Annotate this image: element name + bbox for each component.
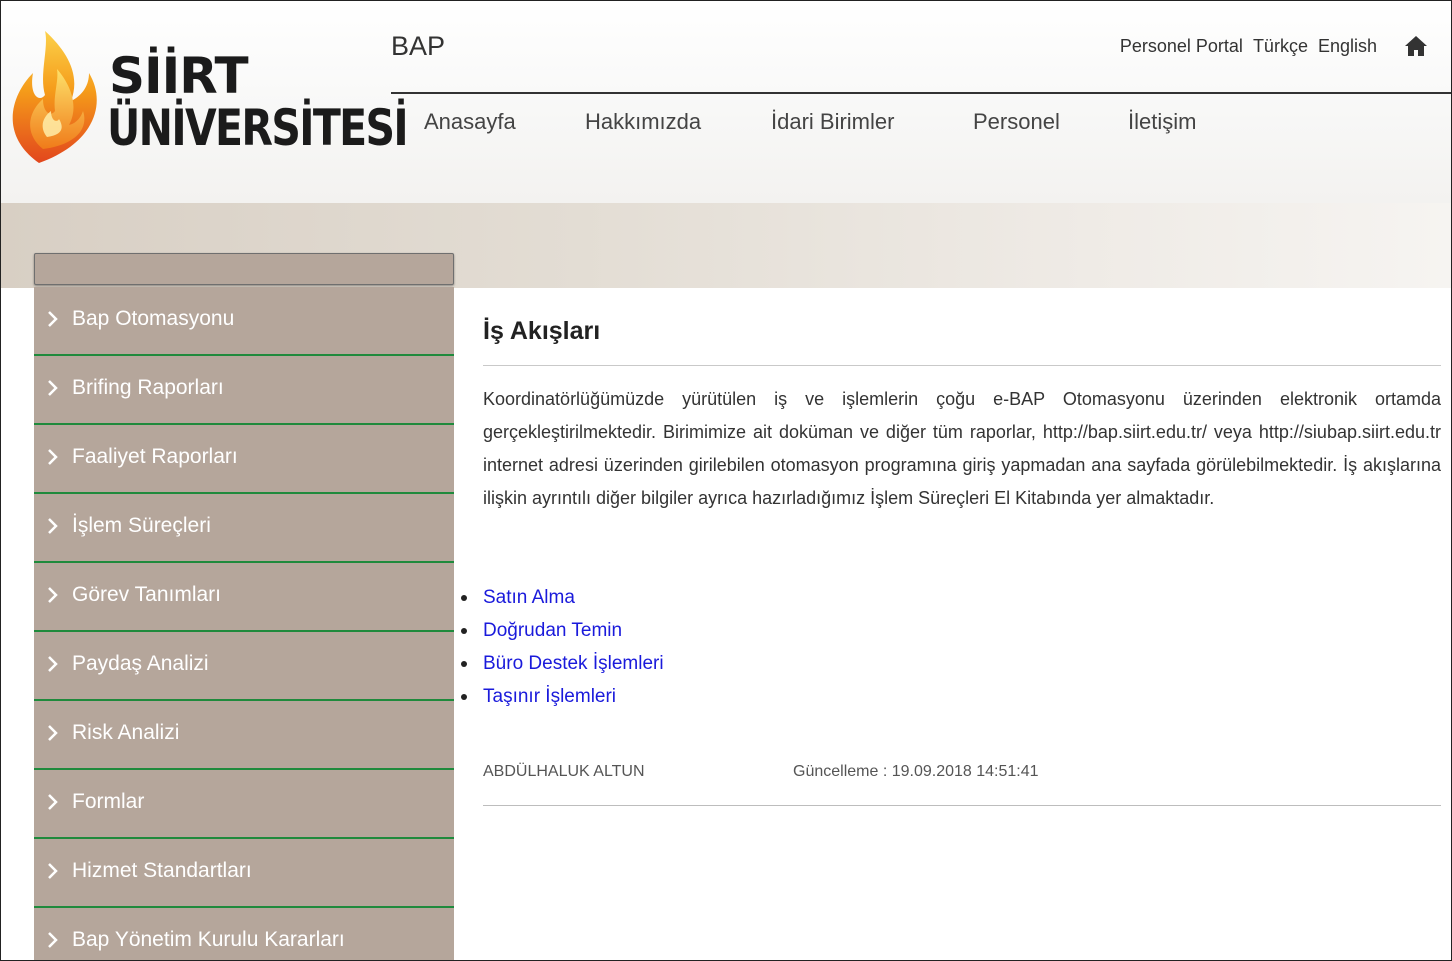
sidebar-menu: Bap Otomasyonu Brifing Raporları Faaliye… <box>34 287 454 960</box>
sidebar-item-gorev-tanimlari[interactable]: Görev Tanımları <box>34 563 454 632</box>
sidebar-item-label: Görev Tanımları <box>72 583 221 606</box>
sidebar-item-label: Bap Otomasyonu <box>72 307 235 330</box>
chevron-right-icon <box>48 449 58 465</box>
sidebar-item-label: Bap Yönetim Kurulu Kararları <box>72 928 345 951</box>
workflow-links: Satın Alma Doğrudan Temin Büro Destek İş… <box>458 581 664 713</box>
chevron-right-icon <box>48 587 58 603</box>
list-item: Doğrudan Temin <box>458 614 664 647</box>
sidebar: Bap Otomasyonu Brifing Raporları Faaliye… <box>34 253 454 960</box>
sidebar-item-paydas-analizi[interactable]: Paydaş Analizi <box>34 632 454 701</box>
chevron-right-icon <box>48 725 58 741</box>
chevron-right-icon <box>48 380 58 396</box>
link-dogrudan-temin[interactable]: Doğrudan Temin <box>483 620 622 641</box>
link-tasinir-islemleri[interactable]: Taşınır İşlemleri <box>483 686 616 707</box>
nav-personel[interactable]: Personel <box>973 109 1060 135</box>
nav-anasayfa[interactable]: Anasayfa <box>424 109 516 135</box>
english-link[interactable]: English <box>1318 36 1377 57</box>
turkce-link[interactable]: Türkçe <box>1253 36 1308 57</box>
chevron-right-icon <box>48 311 58 327</box>
site-title: BAP <box>391 31 446 61</box>
site-header: SİİRT ÜNİVERSİTESİ BAP Personel Portal T… <box>1 1 1451 203</box>
sidebar-item-bap-yonetim-kurulu-kararlari[interactable]: Bap Yönetim Kurulu Kararları <box>34 908 454 960</box>
bullet-icon <box>461 694 467 700</box>
logo-text-line1: SİİRT <box>109 47 249 105</box>
nav-iletisim[interactable]: İletişim <box>1128 109 1196 135</box>
home-icon[interactable] <box>1403 33 1429 59</box>
personel-portal-link[interactable]: Personel Portal <box>1120 36 1243 57</box>
university-logo[interactable]: SİİRT ÜNİVERSİTESİ <box>9 23 409 173</box>
sidebar-item-label: Hizmet Standartları <box>72 859 252 882</box>
sidebar-header <box>34 253 454 285</box>
chevron-right-icon <box>48 518 58 534</box>
chevron-right-icon <box>48 656 58 672</box>
intro-paragraph: Koordinatörlüğümüzde yürütülen iş ve işl… <box>483 389 1441 508</box>
list-item: Büro Destek İşlemleri <box>458 647 664 680</box>
sidebar-item-formlar[interactable]: Formlar <box>34 770 454 839</box>
link-satin-alma[interactable]: Satın Alma <box>483 587 575 608</box>
link-buro-destek-islemleri[interactable]: Büro Destek İşlemleri <box>483 653 664 674</box>
chevron-right-icon <box>48 794 58 810</box>
title-divider <box>483 365 1441 366</box>
logo-text-line2: ÜNİVERSİTESİ <box>107 99 409 157</box>
nav-hakkimizda[interactable]: Hakkımızda <box>585 109 701 135</box>
sidebar-item-hizmet-standartlari[interactable]: Hizmet Standartları <box>34 839 454 908</box>
bullet-icon <box>461 595 467 601</box>
sidebar-item-label: Faaliyet Raporları <box>72 445 238 468</box>
sidebar-item-label: Paydaş Analizi <box>72 652 209 675</box>
nav-divider <box>391 92 1451 94</box>
meta-divider <box>483 805 1441 806</box>
bullet-icon <box>461 661 467 667</box>
browser-page: SİİRT ÜNİVERSİTESİ BAP Personel Portal T… <box>0 0 1452 961</box>
list-item: Taşınır İşlemleri <box>458 680 664 713</box>
chevron-right-icon <box>48 932 58 948</box>
sidebar-item-risk-analizi[interactable]: Risk Analizi <box>34 701 454 770</box>
sidebar-item-brifing-raporlari[interactable]: Brifing Raporları <box>34 356 454 425</box>
author-name: ABDÜLHALUK ALTUN <box>483 763 645 780</box>
page-title: İş Akışları <box>483 317 601 345</box>
bullet-icon <box>461 628 467 634</box>
sidebar-item-label: Brifing Raporları <box>72 376 224 399</box>
sidebar-item-islem-surecleri[interactable]: İşlem Süreçleri <box>34 494 454 563</box>
flame-logo-icon <box>12 31 97 163</box>
sidebar-item-bap-otomasyonu[interactable]: Bap Otomasyonu <box>34 287 454 356</box>
nav-idari-birimler[interactable]: İdari Birimler <box>771 109 894 135</box>
sidebar-item-label: Risk Analizi <box>72 721 180 744</box>
sidebar-item-label: Formlar <box>72 790 145 813</box>
last-updated: Güncelleme : 19.09.2018 14:51:41 <box>793 763 1039 780</box>
chevron-right-icon <box>48 863 58 879</box>
list-item: Satın Alma <box>458 581 664 614</box>
sidebar-item-faaliyet-raporlari[interactable]: Faaliyet Raporları <box>34 425 454 494</box>
top-links: Personel Portal Türkçe English <box>1120 33 1429 59</box>
sidebar-item-label: İşlem Süreçleri <box>72 514 211 537</box>
